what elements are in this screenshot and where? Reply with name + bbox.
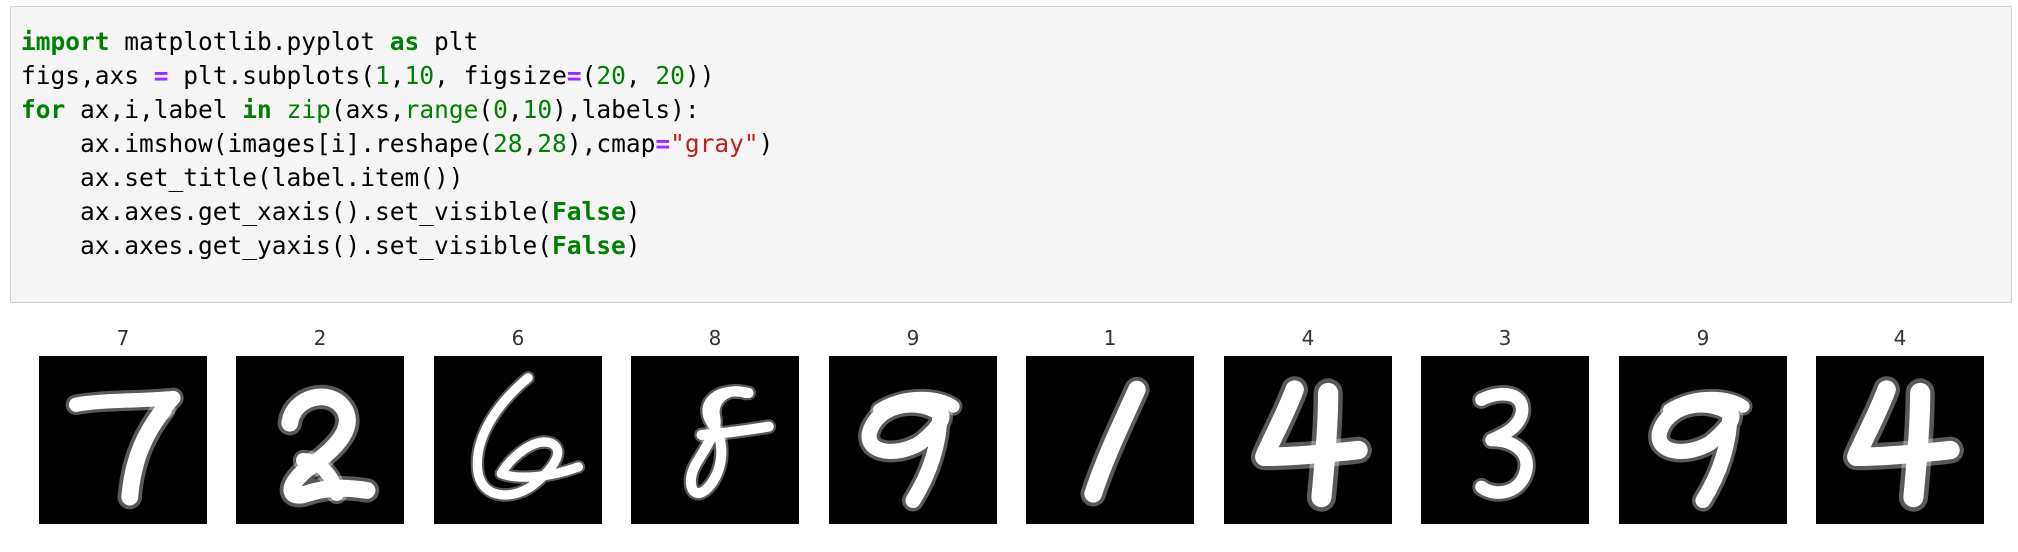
code-token: zip — [286, 95, 331, 124]
code-line: ax.axes.get_xaxis().set_visible(False) — [21, 195, 773, 229]
code-token: ) — [625, 197, 641, 226]
code-line: for ax,i,label in zip(axs,range(0,10),la… — [21, 93, 773, 127]
code-token: = — [655, 129, 671, 158]
code-token: , figsize — [434, 61, 567, 90]
code-token: ),labels): — [552, 95, 700, 124]
subplot-title: 8 — [708, 326, 722, 350]
digit-stroke — [1311, 382, 1339, 508]
digit-image — [434, 356, 602, 524]
code-token: ax.set_title(label.item()) — [21, 163, 464, 192]
digit-image — [1816, 356, 1984, 524]
digit-image — [1026, 356, 1194, 524]
code-token: , — [625, 61, 656, 90]
digit-image — [1421, 356, 1589, 524]
subplot-title: 1 — [1103, 326, 1117, 350]
code-token: plt — [419, 27, 479, 56]
code-token: ax.axes.get_yaxis().set_visible( — [21, 231, 553, 260]
code-token: ) — [758, 129, 774, 158]
subplot-title: 9 — [1696, 326, 1710, 350]
code-token: range — [404, 95, 479, 124]
code-token: "gray" — [670, 129, 759, 158]
code-token: = — [566, 61, 582, 90]
code-token: import — [21, 27, 110, 56]
subplot-title: 9 — [906, 326, 920, 350]
code-token: 1 — [375, 61, 390, 90]
code-token: 20 — [655, 61, 685, 90]
code-token: for — [21, 95, 66, 124]
code-token: = — [153, 61, 169, 90]
code-token: ( — [581, 61, 597, 90]
code-line: ax.imshow(images[i].reshape(28,28),cmap=… — [21, 127, 773, 161]
code-token: )) — [684, 61, 715, 90]
code-token: ax,i,label — [65, 95, 243, 124]
subplot-title: 4 — [1301, 326, 1315, 350]
code-line: import matplotlib.pyplot as plt — [21, 25, 773, 59]
code-token: ) — [625, 231, 641, 260]
digit-image — [1224, 356, 1392, 524]
digit-image — [39, 356, 207, 524]
digit-image — [236, 356, 404, 524]
code-token: False — [552, 231, 626, 260]
code-line: figs,axs = plt.subplots(1,10, figsize=(2… — [21, 59, 773, 93]
code-token: , — [389, 61, 405, 90]
code-line: ax.axes.get_yaxis().set_visible(False) — [21, 229, 773, 263]
code-token: 28 — [537, 129, 567, 158]
code-token: , — [522, 129, 538, 158]
digit-image — [1619, 356, 1787, 524]
code-token: 10 — [522, 95, 553, 124]
code-token: False — [552, 197, 626, 226]
code-token: in — [242, 95, 272, 124]
subplot-title: 4 — [1893, 326, 1907, 350]
code-editor[interactable]: import matplotlib.pyplot as plt figs,axs … — [21, 25, 773, 263]
cell-output: 7 2 6 8 9 1 4 3 9 4 — [0, 318, 2018, 528]
code-token: 20 — [596, 61, 626, 90]
code-token: ax.imshow(images[i].reshape( — [21, 129, 494, 158]
code-cell-input[interactable]: import matplotlib.pyplot as plt figs,axs … — [10, 6, 2012, 303]
code-token: (axs, — [330, 95, 405, 124]
code-token: 0 — [493, 95, 508, 124]
code-token: figs,axs — [21, 61, 154, 90]
code-token: 28 — [493, 129, 523, 158]
code-token: plt.subplots( — [168, 61, 376, 90]
code-token: ( — [478, 95, 494, 124]
subplot-title: 7 — [116, 326, 130, 350]
code-token: as — [389, 27, 420, 56]
digit-image — [829, 356, 997, 524]
code-token: matplotlib.pyplot — [109, 27, 390, 56]
code-token: , — [507, 95, 523, 124]
code-token: ),cmap — [566, 129, 656, 158]
subplot-title: 2 — [313, 326, 327, 350]
digit-stroke — [1903, 382, 1931, 508]
code-line: ax.set_title(label.item()) — [21, 161, 773, 195]
code-token: 10 — [404, 61, 435, 90]
subplot-title: 6 — [511, 326, 525, 350]
subplot-title: 3 — [1498, 326, 1512, 350]
digit-image — [631, 356, 799, 524]
code-token: ax.axes.get_xaxis().set_visible( — [21, 197, 553, 226]
